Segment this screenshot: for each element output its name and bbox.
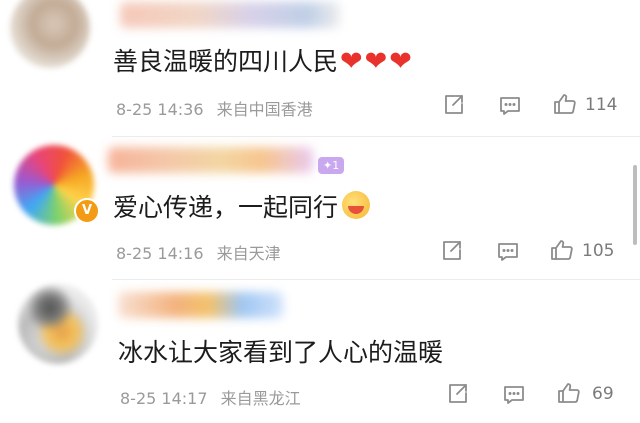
avatar[interactable] xyxy=(18,284,98,364)
comment-item: 冰水让大家看到了人心的温暖 8-25 14:17 来自黑龙江 69 xyxy=(0,278,640,423)
comment-time: 14:17 xyxy=(161,389,208,408)
comment-location: 来自黑龙江 xyxy=(220,389,301,408)
comment-text: 善良温暖的四川人民❤❤❤ xyxy=(113,46,412,77)
heart-emoji: ❤ xyxy=(340,46,363,77)
thumbs-up-icon[interactable] xyxy=(557,381,581,405)
share-icon[interactable] xyxy=(442,93,466,117)
comment-date: 8-25 xyxy=(116,100,153,119)
heart-emoji: ❤ xyxy=(389,46,412,77)
comment-time: 14:16 xyxy=(157,244,204,263)
username-redacted[interactable] xyxy=(108,147,313,173)
username-redacted[interactable] xyxy=(118,292,283,318)
verified-badge-icon: V xyxy=(74,198,100,224)
share-icon[interactable] xyxy=(440,239,464,263)
comment-text: 冰水让大家看到了人心的温暖 xyxy=(118,338,444,367)
comment-item: 善良温暖的四川人民❤❤❤ 8-25 14:36 来自中国香港 114 xyxy=(0,0,640,138)
scrollbar[interactable] xyxy=(633,165,637,245)
comment-text: 爱心传递，一起同行 xyxy=(113,188,371,224)
comment-icon[interactable] xyxy=(498,94,522,118)
avatar[interactable] xyxy=(10,0,90,68)
comment-meta: 8-25 14:36 来自中国香港 xyxy=(116,96,313,120)
comment-item: V ✦1 爱心传递，一起同行 8-25 14:16 来自天津 105 xyxy=(0,135,640,278)
comment-icon[interactable] xyxy=(496,240,520,264)
username-redacted[interactable] xyxy=(120,2,340,28)
comment-location: 来自中国香港 xyxy=(216,100,313,119)
level-badge: ✦1 xyxy=(318,157,345,174)
comment-time: 14:36 xyxy=(157,100,204,119)
comment-date: 8-25 xyxy=(116,244,153,263)
comment-date: 8-25 xyxy=(120,389,157,408)
comment-meta: 8-25 14:16 来自天津 xyxy=(116,240,281,264)
like-count: 105 xyxy=(582,241,615,261)
like-count: 114 xyxy=(585,95,618,115)
hug-emoji xyxy=(342,191,371,219)
share-icon[interactable] xyxy=(446,382,470,406)
comment-location: 来自天津 xyxy=(216,244,281,263)
comment-meta: 8-25 14:17 来自黑龙江 xyxy=(120,385,301,409)
thumbs-up-icon[interactable] xyxy=(553,92,577,116)
heart-emoji: ❤ xyxy=(364,46,388,77)
comment-icon[interactable] xyxy=(502,383,526,407)
thumbs-up-icon[interactable] xyxy=(550,238,574,262)
like-count: 69 xyxy=(592,384,614,404)
